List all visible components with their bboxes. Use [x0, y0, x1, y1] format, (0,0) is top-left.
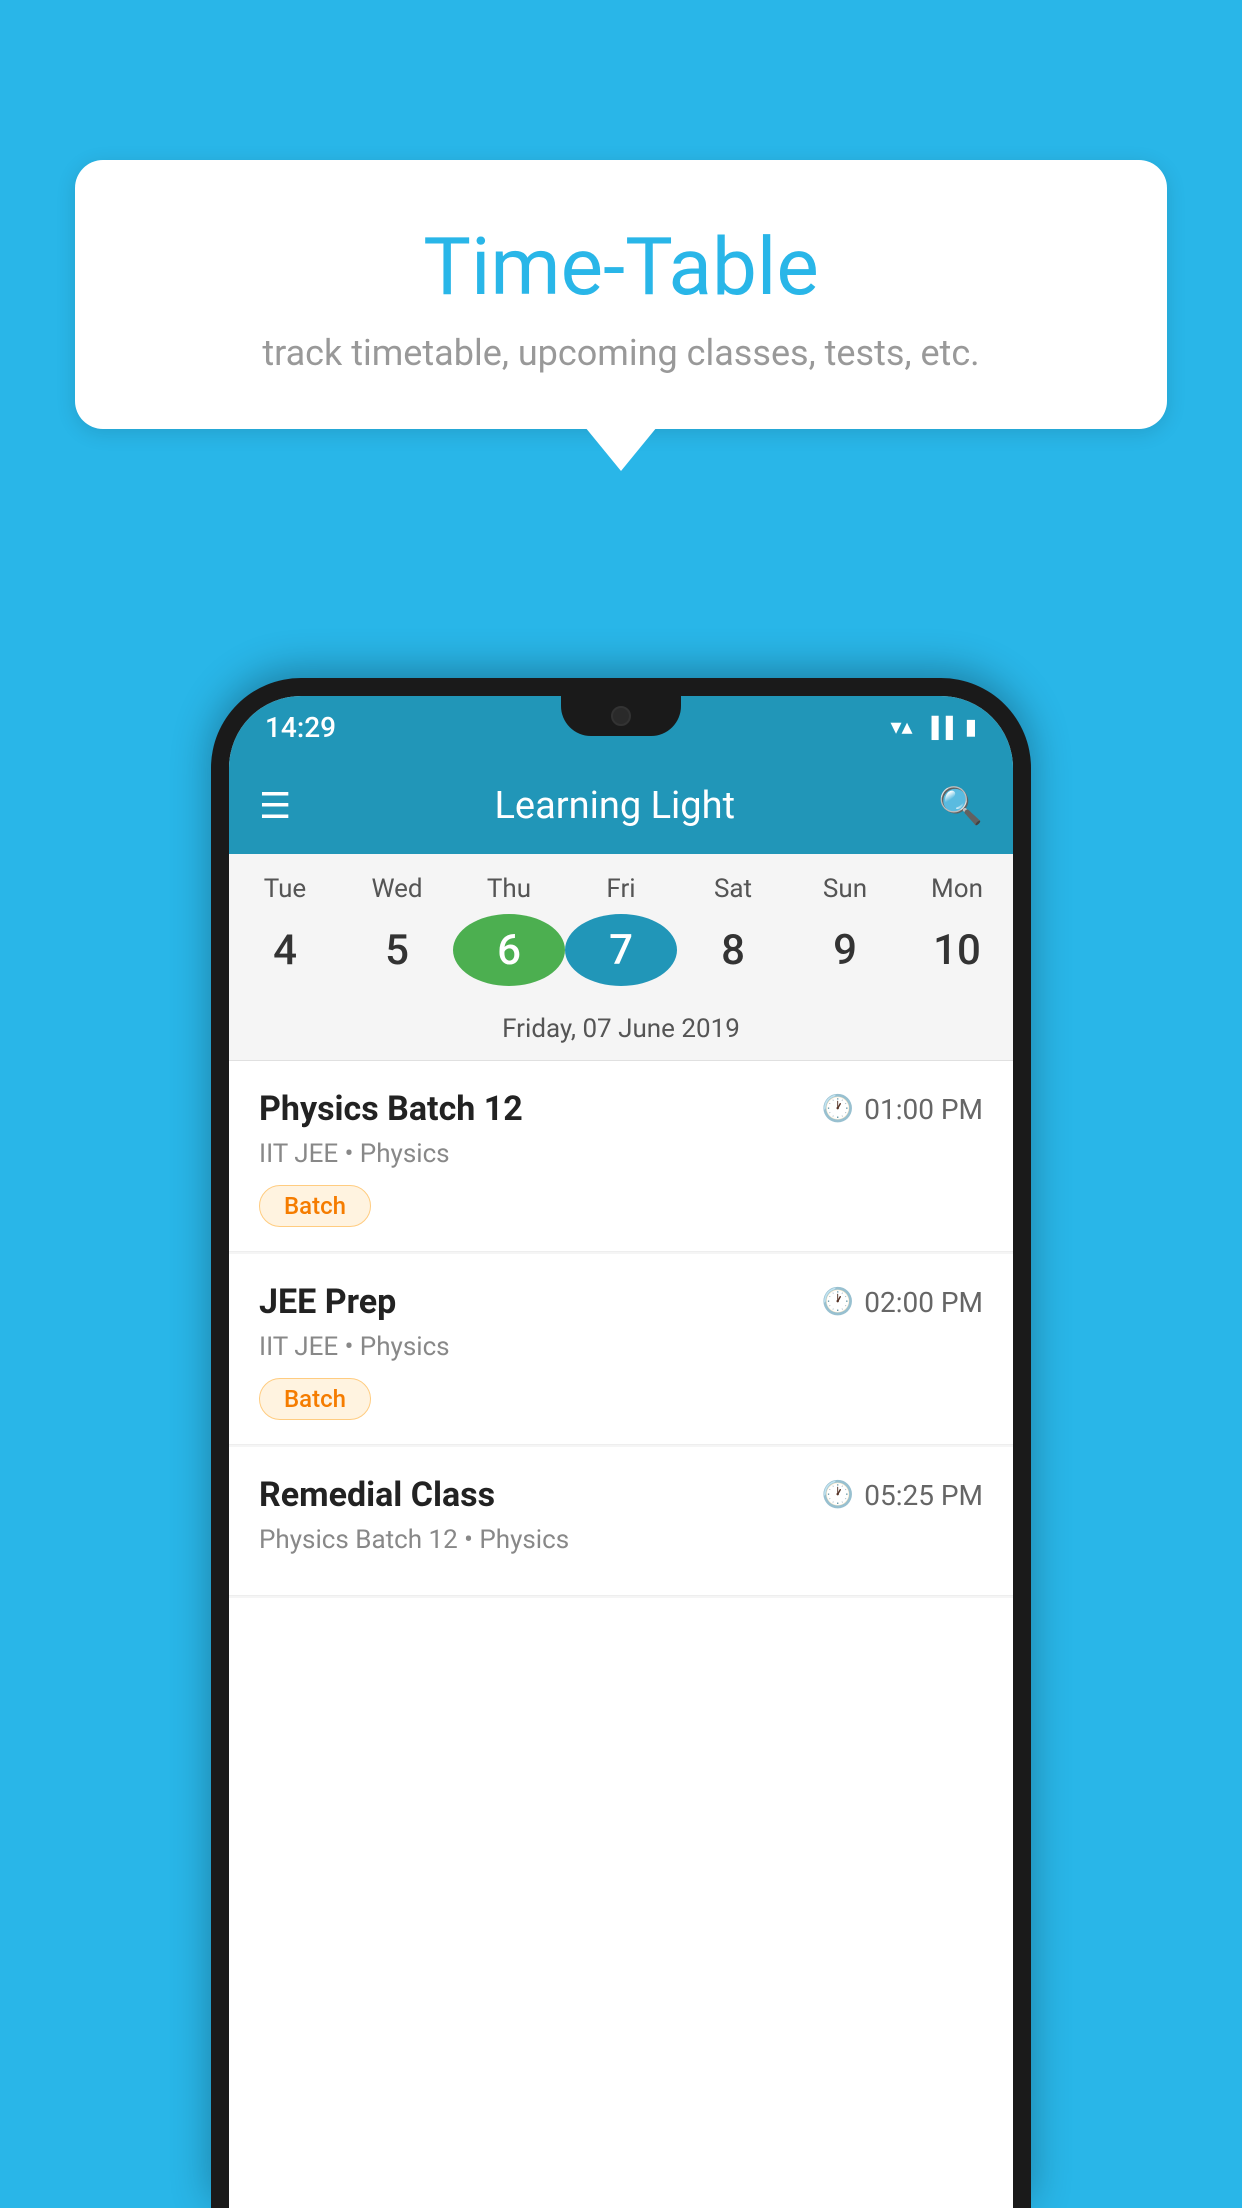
- schedule-time: 🕐 02:00 PM: [822, 1286, 983, 1319]
- batch-badge: Batch: [259, 1378, 371, 1420]
- calendar-day[interactable]: 5: [341, 918, 453, 983]
- calendar-day[interactable]: 9: [789, 918, 901, 983]
- status-time: 14:29: [265, 711, 336, 744]
- calendar-day[interactable]: 6: [453, 914, 565, 986]
- calendar-day[interactable]: 4: [229, 918, 341, 983]
- schedule-title: Physics Batch 12: [259, 1089, 523, 1129]
- wifi-icon: ▾▴: [890, 715, 912, 740]
- calendar-day[interactable]: 8: [677, 918, 789, 983]
- calendar: TueWedThuFriSatSunMon 45678910 Friday, 0…: [229, 854, 1013, 1061]
- day-number: 4: [229, 918, 341, 983]
- day-label: Wed: [341, 854, 453, 914]
- schedule-item-header: Remedial Class 🕐 05:25 PM: [259, 1475, 983, 1515]
- day-label: Sun: [789, 854, 901, 914]
- schedule-item[interactable]: Remedial Class 🕐 05:25 PM Physics Batch …: [229, 1447, 1013, 1596]
- bubble-subtitle: track timetable, upcoming classes, tests…: [125, 332, 1117, 374]
- camera: [611, 706, 631, 726]
- status-bar: 14:29 ▾▴ ▐▐ ▮: [229, 696, 1013, 758]
- calendar-day[interactable]: 10: [901, 918, 1013, 983]
- phone-frame: 14:29 ▾▴ ▐▐ ▮ ☰ Learning Light 🔍 TueWedT…: [211, 678, 1031, 2208]
- day-label: Mon: [901, 854, 1013, 914]
- selected-date: Friday, 07 June 2019: [229, 1002, 1013, 1061]
- app-bar-title: Learning Light: [494, 784, 735, 828]
- clock-icon: 🕐: [822, 1287, 854, 1317]
- bubble-title: Time-Table: [125, 220, 1117, 314]
- schedule-item[interactable]: JEE Prep 🕐 02:00 PM IIT JEE • Physics Ba…: [229, 1254, 1013, 1445]
- schedule-time: 🕐 05:25 PM: [822, 1479, 983, 1512]
- calendar-day[interactable]: 7: [565, 914, 677, 986]
- speech-bubble: Time-Table track timetable, upcoming cla…: [75, 160, 1167, 429]
- day-headers: TueWedThuFriSatSunMon: [229, 854, 1013, 914]
- day-numbers: 45678910: [229, 914, 1013, 1002]
- search-icon[interactable]: 🔍: [938, 785, 983, 827]
- schedule-time: 🕐 01:00 PM: [822, 1093, 983, 1126]
- batch-badge: Batch: [259, 1185, 371, 1227]
- day-number: 5: [341, 918, 453, 983]
- schedule-subtitle: IIT JEE • Physics: [259, 1139, 983, 1169]
- schedule-subtitle: Physics Batch 12 • Physics: [259, 1525, 983, 1555]
- day-number: 8: [677, 918, 789, 983]
- battery-icon: ▮: [965, 715, 977, 740]
- signal-icon: ▐▐: [925, 715, 953, 740]
- day-label: Thu: [453, 854, 565, 914]
- app-bar: ☰ Learning Light 🔍: [229, 758, 1013, 854]
- schedule-item[interactable]: Physics Batch 12 🕐 01:00 PM IIT JEE • Ph…: [229, 1061, 1013, 1252]
- status-icons: ▾▴ ▐▐ ▮: [890, 715, 977, 740]
- day-label: Sat: [677, 854, 789, 914]
- schedule-title: JEE Prep: [259, 1282, 396, 1322]
- day-number: 9: [789, 918, 901, 983]
- day-label: Fri: [565, 854, 677, 914]
- day-number: 6: [453, 914, 565, 986]
- schedule-item-header: Physics Batch 12 🕐 01:00 PM: [259, 1089, 983, 1129]
- schedule-title: Remedial Class: [259, 1475, 495, 1515]
- clock-icon: 🕐: [822, 1094, 854, 1124]
- phone-screen: 14:29 ▾▴ ▐▐ ▮ ☰ Learning Light 🔍 TueWedT…: [229, 696, 1013, 2208]
- clock-icon: 🕐: [822, 1480, 854, 1510]
- schedule-subtitle: IIT JEE • Physics: [259, 1332, 983, 1362]
- schedule-item-header: JEE Prep 🕐 02:00 PM: [259, 1282, 983, 1322]
- notch: [561, 696, 681, 736]
- day-number: 7: [565, 914, 677, 986]
- day-number: 10: [901, 918, 1013, 983]
- hamburger-icon[interactable]: ☰: [259, 788, 291, 824]
- day-label: Tue: [229, 854, 341, 914]
- schedule-list: Physics Batch 12 🕐 01:00 PM IIT JEE • Ph…: [229, 1061, 1013, 1598]
